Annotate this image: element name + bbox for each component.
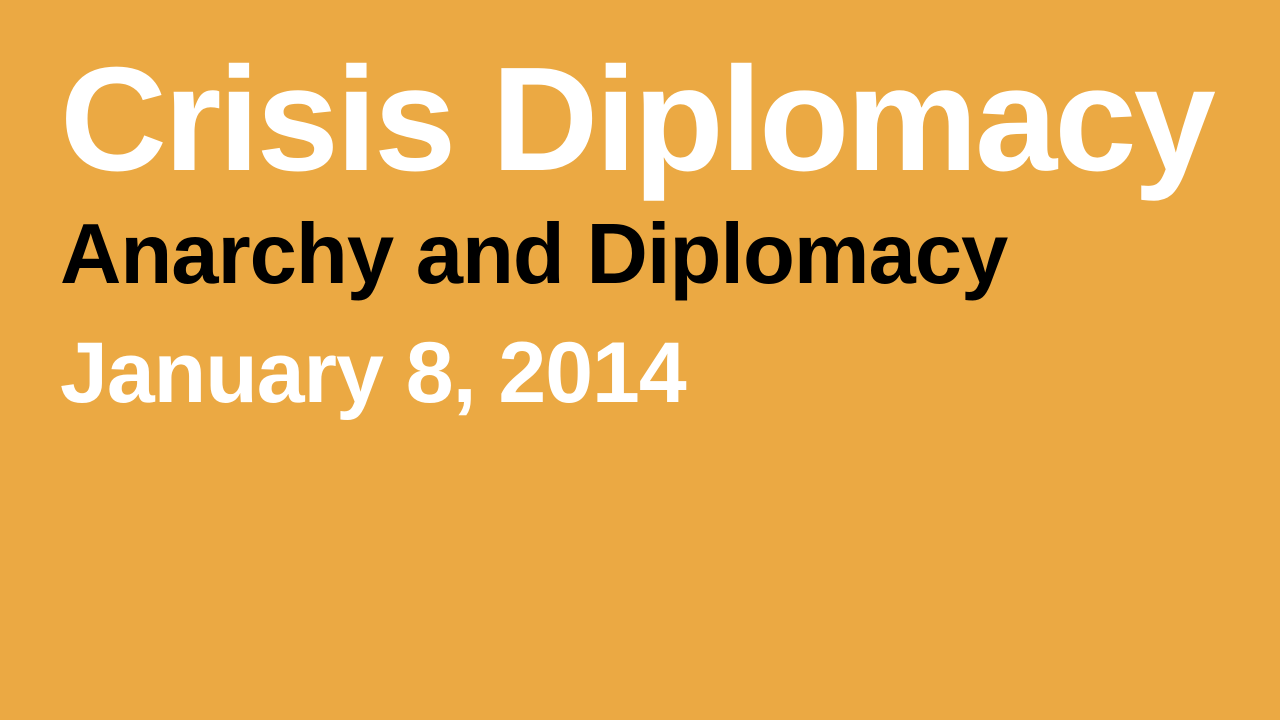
title-slide: Crisis Diplomacy Anarchy and Diplomacy J…: [0, 0, 1280, 720]
slide-subtitle: Anarchy and Diplomacy: [60, 207, 1008, 302]
slide-date: January 8, 2014: [60, 325, 687, 421]
slide-title: Crisis Diplomacy: [60, 37, 1216, 202]
